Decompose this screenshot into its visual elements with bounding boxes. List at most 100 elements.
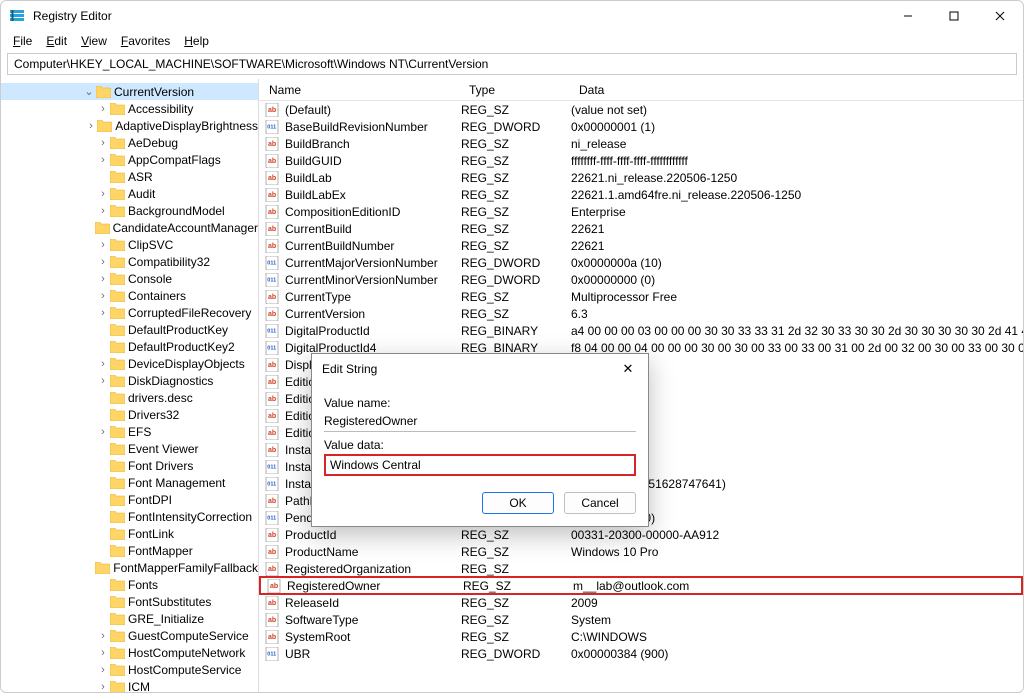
chevron-right-icon[interactable]: ›	[97, 154, 109, 166]
chevron-right-icon[interactable]: ›	[97, 188, 109, 200]
value-row[interactable]: 011UBRREG_DWORD0x00000384 (900)	[259, 645, 1023, 662]
binary-icon: 011	[265, 477, 281, 491]
chevron-down-icon[interactable]: ⌄	[83, 85, 95, 98]
chevron-right-icon[interactable]: ›	[86, 120, 97, 132]
maximize-button[interactable]	[931, 1, 977, 31]
chevron-right-icon[interactable]: ›	[97, 290, 109, 302]
tree-item[interactable]: ›EFS	[1, 423, 258, 440]
chevron-right-icon[interactable]: ›	[97, 681, 109, 693]
value-row[interactable]: abBuildBranchREG_SZni_release	[259, 135, 1023, 152]
value-row[interactable]: abRegisteredOwnerREG_SZm__lab@outlook.co…	[259, 576, 1023, 595]
cancel-button[interactable]: Cancel	[564, 492, 636, 514]
value-row[interactable]: abCurrentBuildNumberREG_SZ22621	[259, 237, 1023, 254]
col-data[interactable]: Data	[569, 83, 1023, 97]
chevron-right-icon[interactable]: ›	[97, 630, 109, 642]
tree-item[interactable]: ›ICM	[1, 678, 258, 692]
value-row[interactable]: abSystemRootREG_SZC:\WINDOWS	[259, 628, 1023, 645]
chevron-right-icon[interactable]: ›	[97, 375, 109, 387]
tree-item[interactable]: ›HostComputeNetwork	[1, 644, 258, 661]
tree-item[interactable]: FontMapper	[1, 542, 258, 559]
value-row[interactable]: 011CurrentMajorVersionNumberREG_DWORD0x0…	[259, 254, 1023, 271]
tree-item[interactable]: ›GuestComputeService	[1, 627, 258, 644]
chevron-right-icon[interactable]: ›	[97, 647, 109, 659]
tree-item[interactable]: Fonts	[1, 576, 258, 593]
menu-view[interactable]: View	[75, 33, 113, 49]
menu-file[interactable]: File	[7, 33, 38, 49]
tree-item[interactable]: FontIntensityCorrection	[1, 508, 258, 525]
tree-item[interactable]: ›Console	[1, 270, 258, 287]
value-row[interactable]: abCurrentBuildREG_SZ22621	[259, 220, 1023, 237]
value-data-input[interactable]	[324, 454, 636, 476]
col-type[interactable]: Type	[459, 83, 569, 97]
ok-button[interactable]: OK	[482, 492, 554, 514]
tree-item[interactable]: Font Drivers	[1, 457, 258, 474]
tree-item[interactable]: ›HostComputeService	[1, 661, 258, 678]
tree-item[interactable]: ›Audit	[1, 185, 258, 202]
tree-item[interactable]: Font Management	[1, 474, 258, 491]
value-row[interactable]: abCompositionEditionIDREG_SZEnterprise	[259, 203, 1023, 220]
tree-item[interactable]: ›AeDebug	[1, 134, 258, 151]
tree-item[interactable]: ›BackgroundModel	[1, 202, 258, 219]
value-row[interactable]: 011CurrentMinorVersionNumberREG_DWORD0x0…	[259, 271, 1023, 288]
tree-item[interactable]: ›Accessibility	[1, 100, 258, 117]
value-row[interactable]: abCurrentTypeREG_SZMultiprocessor Free	[259, 288, 1023, 305]
menu-edit[interactable]: Edit	[40, 33, 73, 49]
tree-item[interactable]: drivers.desc	[1, 389, 258, 406]
tree-item[interactable]: ⌄CurrentVersion	[1, 83, 258, 100]
tree-item[interactable]: ›ClipSVC	[1, 236, 258, 253]
chevron-right-icon[interactable]: ›	[97, 256, 109, 268]
value-row[interactable]: abCurrentVersionREG_SZ6.3	[259, 305, 1023, 322]
svg-text:ab: ab	[268, 430, 276, 437]
tree-item[interactable]: DefaultProductKey2	[1, 338, 258, 355]
key-tree[interactable]: ⌄CurrentVersion›Accessibility›AdaptiveDi…	[1, 79, 259, 692]
value-row[interactable]: 011DigitalProductIdREG_BINARYa4 00 00 00…	[259, 322, 1023, 339]
tree-item[interactable]: ASR	[1, 168, 258, 185]
value-row[interactable]: abBuildLabExREG_SZ22621.1.amd64fre.ni_re…	[259, 186, 1023, 203]
value-row[interactable]: abProductIdREG_SZ00331-20300-00000-AA912	[259, 526, 1023, 543]
tree-item[interactable]: Drivers32	[1, 406, 258, 423]
chevron-right-icon[interactable]: ›	[97, 137, 109, 149]
chevron-right-icon[interactable]: ›	[97, 307, 109, 319]
tree-item-label: drivers.desc	[128, 391, 193, 405]
close-icon[interactable]: ✕	[608, 361, 648, 377]
col-name[interactable]: Name	[259, 83, 459, 97]
chevron-right-icon[interactable]: ›	[97, 273, 109, 285]
tree-item[interactable]: ›CorruptedFileRecovery	[1, 304, 258, 321]
chevron-right-icon[interactable]: ›	[97, 239, 109, 251]
tree-item[interactable]: FontLink	[1, 525, 258, 542]
svg-text:ab: ab	[268, 549, 276, 556]
tree-item[interactable]: ›Containers	[1, 287, 258, 304]
tree-item[interactable]: FontMapperFamilyFallback	[1, 559, 258, 576]
value-row[interactable]: ab(Default)REG_SZ(value not set)	[259, 101, 1023, 118]
chevron-right-icon[interactable]: ›	[97, 358, 109, 370]
tree-item[interactable]: ›Compatibility32	[1, 253, 258, 270]
tree-item[interactable]: FontDPI	[1, 491, 258, 508]
minimize-button[interactable]	[885, 1, 931, 31]
value-row[interactable]: abReleaseIdREG_SZ2009	[259, 594, 1023, 611]
chevron-right-icon[interactable]: ›	[97, 103, 109, 115]
tree-item[interactable]: ›DeviceDisplayObjects	[1, 355, 258, 372]
value-type: REG_DWORD	[461, 256, 571, 270]
close-button[interactable]	[977, 1, 1023, 31]
chevron-right-icon[interactable]: ›	[97, 664, 109, 676]
tree-item[interactable]: Event Viewer	[1, 440, 258, 457]
tree-item[interactable]: CandidateAccountManager	[1, 219, 258, 236]
chevron-right-icon[interactable]: ›	[97, 426, 109, 438]
folder-icon	[110, 460, 125, 472]
tree-item[interactable]: FontSubstitutes	[1, 593, 258, 610]
value-row[interactable]: abBuildGUIDREG_SZffffffff-ffff-ffff-ffff…	[259, 152, 1023, 169]
value-row[interactable]: 011BaseBuildRevisionNumberREG_DWORD0x000…	[259, 118, 1023, 135]
value-row[interactable]: abBuildLabREG_SZ22621.ni_release.220506-…	[259, 169, 1023, 186]
tree-item[interactable]: ›AppCompatFlags	[1, 151, 258, 168]
chevron-right-icon[interactable]: ›	[97, 205, 109, 217]
tree-item[interactable]: ›AdaptiveDisplayBrightness	[1, 117, 258, 134]
menu-favorites[interactable]: Favorites	[115, 33, 176, 49]
tree-item[interactable]: DefaultProductKey	[1, 321, 258, 338]
tree-item[interactable]: ›DiskDiagnostics	[1, 372, 258, 389]
value-row[interactable]: abSoftwareTypeREG_SZSystem	[259, 611, 1023, 628]
value-row[interactable]: abRegisteredOrganizationREG_SZ	[259, 560, 1023, 577]
tree-item[interactable]: GRE_Initialize	[1, 610, 258, 627]
address-bar[interactable]: Computer\HKEY_LOCAL_MACHINE\SOFTWARE\Mic…	[7, 53, 1017, 75]
menu-help[interactable]: Help	[178, 33, 215, 49]
value-row[interactable]: abProductNameREG_SZWindows 10 Pro	[259, 543, 1023, 560]
